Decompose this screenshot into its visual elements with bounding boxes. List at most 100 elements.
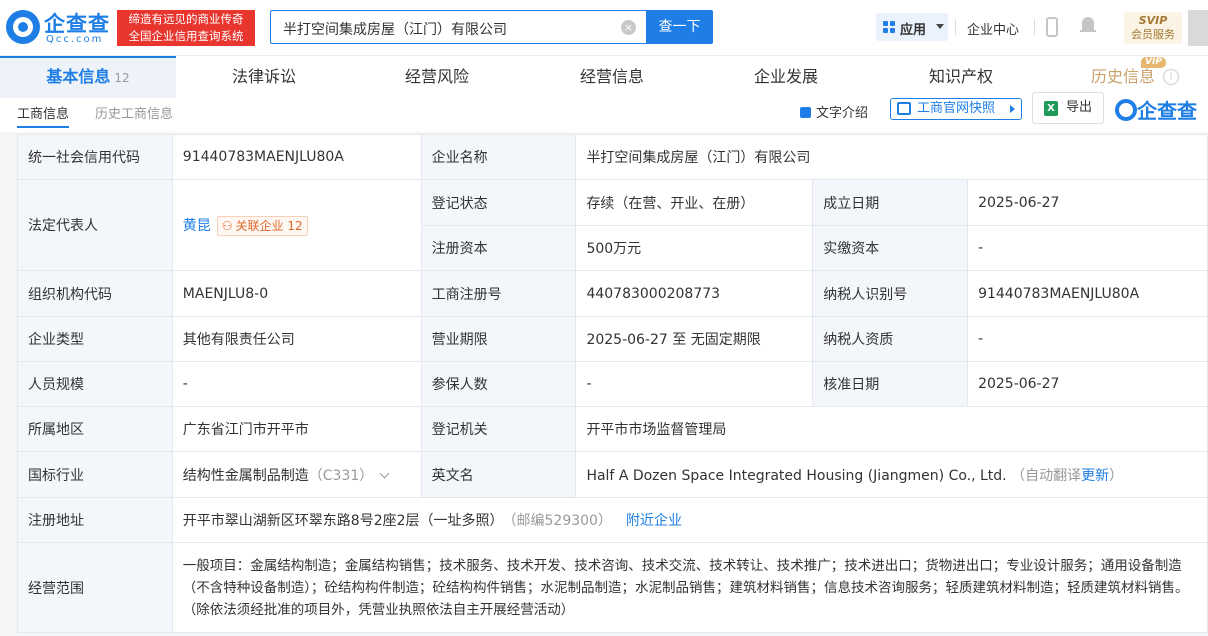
cell-label: 纳税人识别号 — [812, 270, 969, 317]
cell-value: 2025-06-27 — [967, 179, 1208, 226]
cell-label: 所属地区 — [17, 406, 173, 452]
english-name-cell: Half A Dozen Space Integrated Housing (J… — [575, 451, 1208, 498]
subtab-business-info[interactable]: 工商信息 — [17, 103, 70, 128]
search-input[interactable]: 半打空间集成房屋（江门）有限公司 × — [270, 10, 646, 44]
table-row: 注册地址 开平市翠山湖新区环翠东路8号2座2层（一址多照） （邮编529300）附… — [17, 497, 1208, 543]
address-cell: 开平市翠山湖新区环翠东路8号2座2层（一址多照） （邮编529300） 附近企业 — [171, 497, 1208, 543]
cell-value: 440783000208773 — [575, 270, 814, 317]
tab-basic-info[interactable]: 基本信息 12 — [0, 56, 176, 98]
business-scope-text: 一般项目：金属结构制造；金属结构销售；技术服务、技术开发、技术咨询、技术交流、技… — [171, 542, 1208, 633]
table-row: 组织机构代码 MAENJLU8-0 工商注册号 440783000208773 … — [17, 270, 1208, 317]
cell-value: 2025-06-27 至 无固定期限 — [575, 316, 814, 362]
cell-label: 统一社会信用代码 — [17, 134, 173, 180]
chevron-down-icon — [379, 468, 390, 478]
legal-rep-cell: 黄昆 ⚇ 关联企业 12 — [171, 179, 422, 271]
cell-label: 组织机构代码 — [17, 270, 173, 317]
main-tabs: 基本信息 12 法律诉讼 经营风险 经营信息 企业发展 知识产权 历史信息 — [0, 56, 1208, 98]
industry-cell[interactable]: 结构性金属制品制造（C331） — [171, 451, 422, 498]
tab-risk[interactable]: 经营风险 — [405, 56, 469, 98]
update-link[interactable]: 更新 — [1081, 468, 1109, 484]
cell-value: 其他有限责任公司 — [171, 316, 422, 362]
table-row: 统一社会信用代码 91440783MAENJLU80A 企业名称 半打空间集成房… — [17, 134, 1208, 180]
cell-value: 91440783MAENJLU80A — [171, 134, 422, 180]
related-companies-badge[interactable]: ⚇ 关联企业 12 — [216, 215, 308, 236]
clear-icon[interactable]: × — [621, 20, 636, 35]
cell-value: 存续（在营、开业、在册） — [575, 179, 814, 226]
qcc-watermark: 企查查 — [1115, 95, 1197, 124]
nearby-companies-link[interactable]: 附近企业 — [626, 513, 682, 529]
cell-value: 半打空间集成房屋（江门）有限公司 — [575, 134, 1208, 180]
logo[interactable]: 企查查 Qcc.com — [6, 8, 114, 48]
tab-legal[interactable]: 法律诉讼 — [232, 56, 296, 98]
cell-value: MAENJLU8-0 — [171, 270, 422, 317]
enterprise-center-link[interactable]: 企业中心 — [967, 19, 1019, 38]
cell-label: 成立日期 — [812, 179, 969, 226]
slogan-line1: 缔造有远见的商业传奇 — [128, 12, 244, 26]
official-snapshot-button[interactable]: 工商官网快照 — [890, 98, 1022, 120]
cell-value: 500万元 — [575, 225, 814, 271]
top-bar: 企查查 Qcc.com 缔造有远见的商业传奇 全国企业信用查询系统 半打空间集成… — [0, 0, 1208, 56]
cell-value: - — [967, 316, 1208, 362]
apps-dropdown[interactable]: 应用 — [876, 13, 948, 41]
svip-label: SVIP — [1138, 14, 1168, 27]
cell-value: 广东省江门市开平市 — [171, 406, 422, 452]
bell-icon[interactable] — [1080, 17, 1096, 35]
cell-label: 经营范围 — [17, 542, 173, 633]
logo-icon — [6, 10, 40, 44]
tab-development[interactable]: 企业发展 — [754, 56, 818, 98]
subtab-history-business-info[interactable]: 历史工商信息 — [95, 103, 173, 122]
tab-operations[interactable]: 经营信息 — [580, 56, 644, 98]
cell-label: 注册地址 — [17, 497, 173, 543]
cell-label: 登记状态 — [420, 179, 577, 226]
search-value: 半打空间集成房屋（江门）有限公司 — [283, 22, 507, 38]
cell-value: - — [967, 225, 1208, 271]
apps-label: 应用 — [900, 23, 927, 38]
network-icon: ⚇ — [221, 218, 233, 233]
cell-label: 登记机关 — [420, 406, 577, 452]
svip-button[interactable]: SVIP 会员服务 — [1124, 12, 1182, 44]
cell-label: 企业名称 — [420, 134, 577, 180]
cell-label: 营业期限 — [420, 316, 577, 362]
table-row: 人员规模 - 参保人数 - 核准日期 2025-06-27 — [17, 361, 1208, 407]
chevron-down-icon — [936, 24, 944, 29]
legal-rep-link[interactable]: 黄昆 — [183, 218, 211, 234]
logo-icon — [1115, 98, 1137, 121]
slogan-line2: 全国企业信用查询系统 — [128, 29, 244, 43]
text-intro-button[interactable]: 文字介绍 — [800, 102, 868, 121]
export-button[interactable]: X 导出 — [1032, 92, 1104, 124]
table-row: 所属地区 广东省江门市开平市 登记机关 开平市市场监督管理局 — [17, 406, 1208, 452]
grid-icon — [883, 21, 895, 33]
vip-badge: VIP — [1141, 57, 1166, 68]
cell-label: 法定代表人 — [17, 179, 173, 271]
cell-value: - — [171, 361, 422, 407]
snapshot-icon — [897, 102, 911, 115]
logo-url: Qcc.com — [46, 34, 104, 45]
cell-label: 实缴资本 — [812, 225, 969, 271]
cell-label: 企业类型 — [17, 316, 173, 362]
tab-count: 12 — [114, 71, 130, 85]
cell-label: 工商注册号 — [420, 270, 577, 317]
info-icon[interactable]: i — [1163, 69, 1179, 85]
cell-label: 核准日期 — [812, 361, 969, 407]
cell-label: 参保人数 — [420, 361, 577, 407]
search-button[interactable]: 查一下 — [646, 10, 713, 44]
cell-value: - — [575, 361, 814, 407]
table-row: 企业类型 其他有限责任公司 营业期限 2025-06-27 至 无固定期限 纳税… — [17, 316, 1208, 362]
phone-icon[interactable] — [1046, 17, 1058, 37]
business-info-table: 统一社会信用代码 91440783MAENJLU80A 企业名称 半打空间集成房… — [17, 134, 1208, 633]
cell-label: 注册资本 — [420, 225, 577, 271]
svip-sublabel: 会员服务 — [1131, 28, 1175, 41]
excel-icon: X — [1044, 101, 1058, 116]
slogan-banner: 缔造有远见的商业传奇 全国企业信用查询系统 — [117, 10, 255, 46]
tab-ip[interactable]: 知识产权 — [929, 56, 993, 98]
cell-label: 纳税人资质 — [812, 316, 969, 362]
divider — [955, 19, 956, 35]
table-row: 法定代表人 黄昆 ⚇ 关联企业 12 登记状态 存续（在营、开业、在册） 成立日期 … — [17, 179, 1208, 271]
avatar[interactable] — [1188, 10, 1208, 46]
play-icon — [1010, 105, 1015, 113]
subtab-bar: 工商信息 历史工商信息 文字介绍 工商官网快照 X 导出 企查查 — [0, 92, 1208, 132]
table-row: 经营范围 一般项目：金属结构制造；金属结构销售；技术服务、技术开发、技术咨询、技… — [17, 542, 1208, 633]
cell-value: 2025-06-27 — [967, 361, 1208, 407]
cell-label: 国标行业 — [17, 451, 173, 498]
document-icon — [800, 107, 811, 118]
